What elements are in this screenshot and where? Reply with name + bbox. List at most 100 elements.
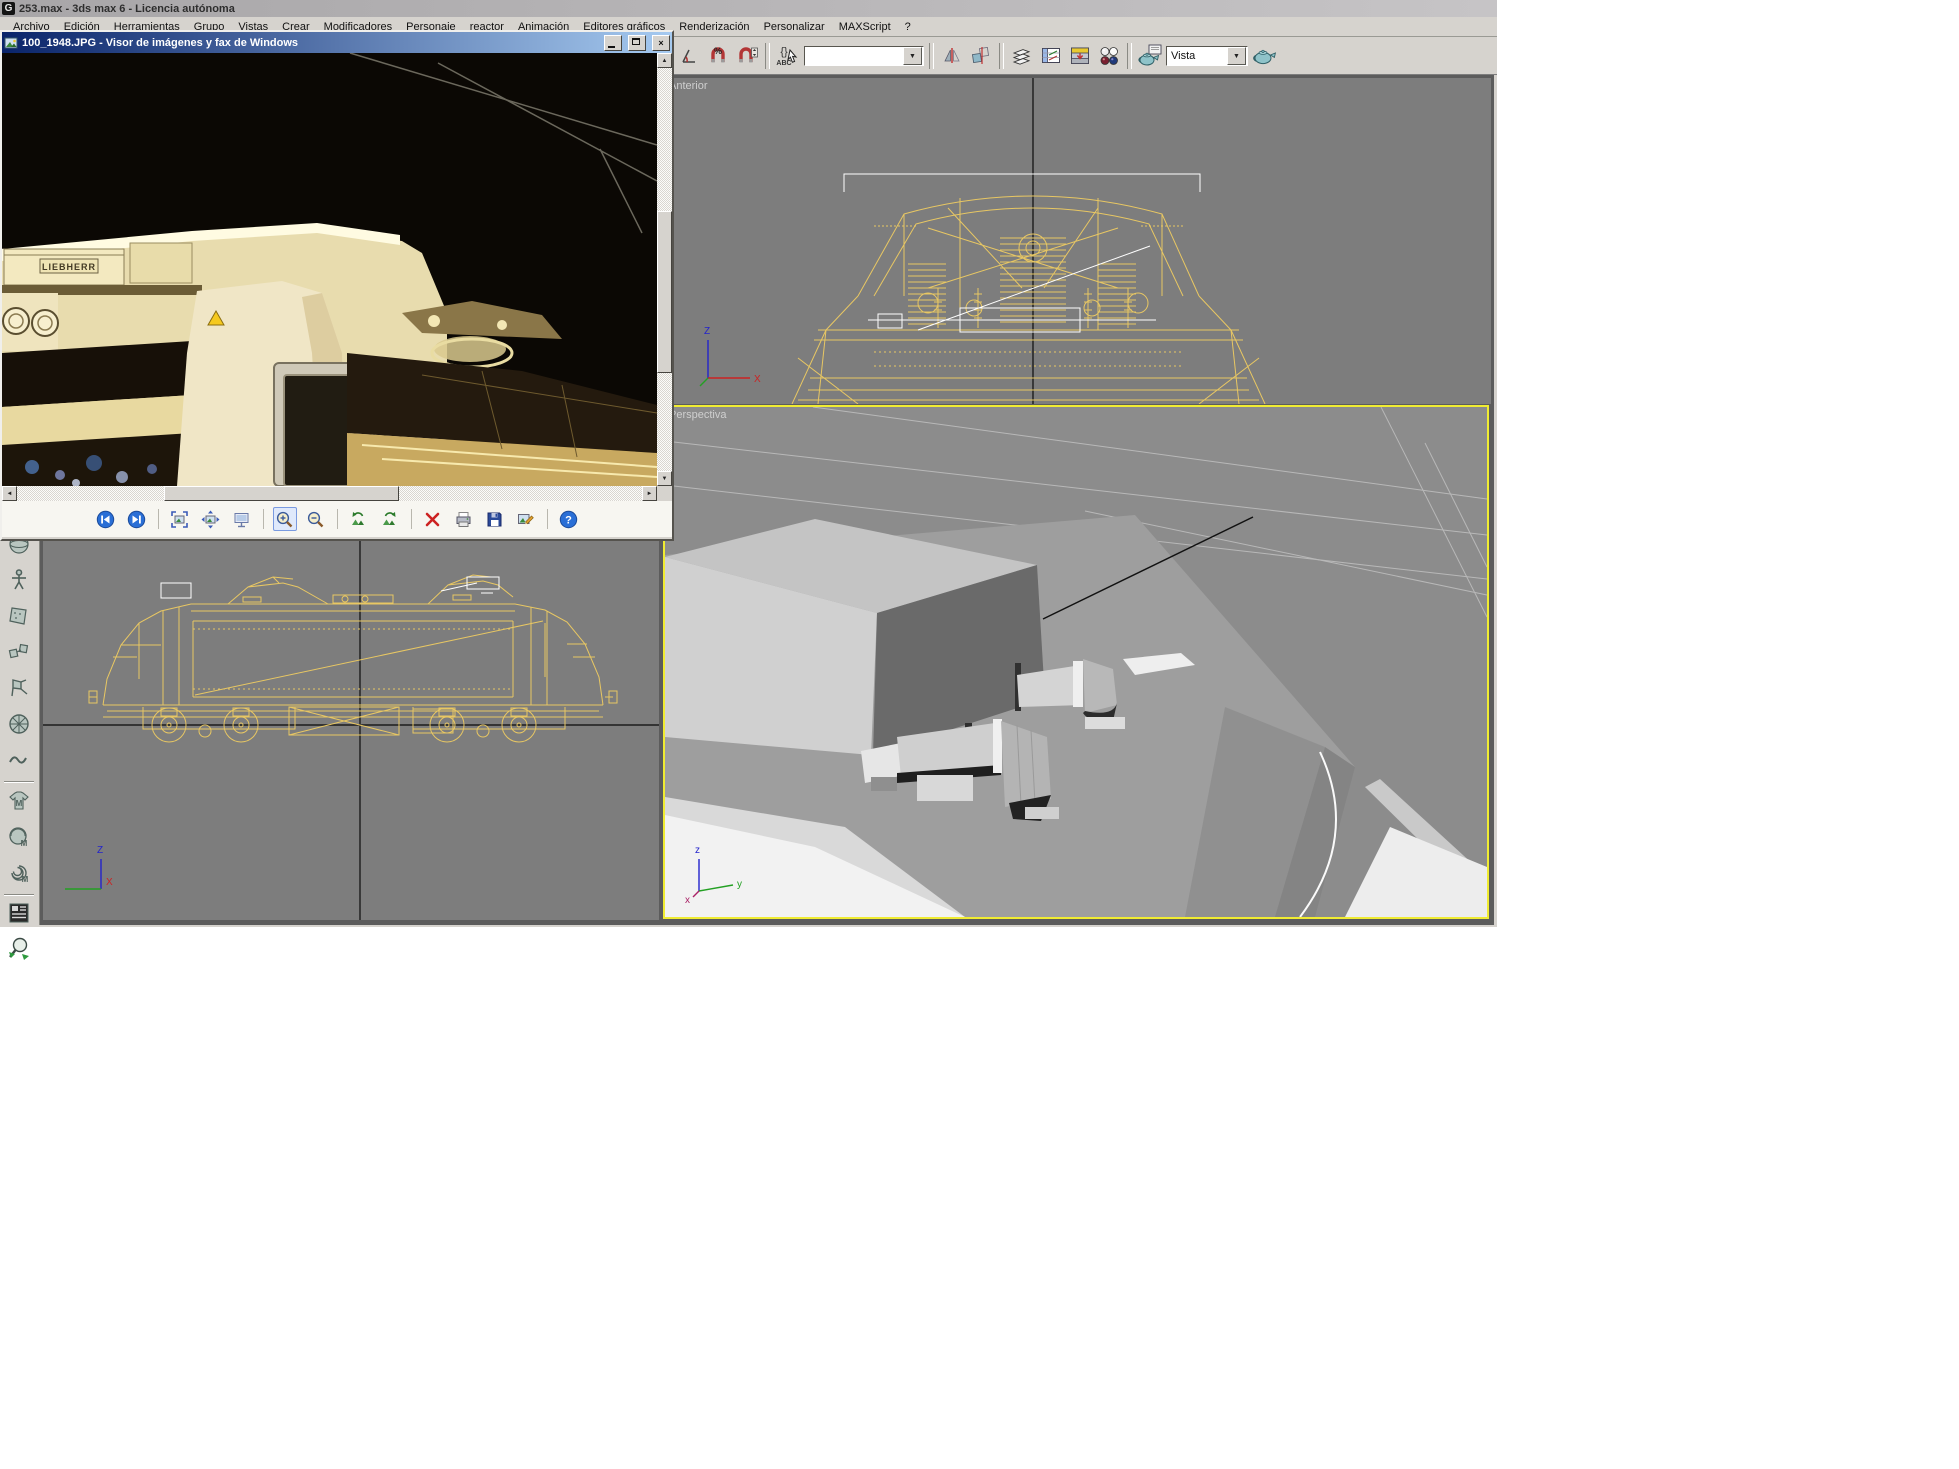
svg-text:Z: Z — [704, 326, 710, 337]
reactor-ragdoll-icon[interactable] — [5, 674, 33, 702]
chevron-down-icon[interactable]: ▼ — [903, 47, 922, 65]
reactor-cloth-collection-icon[interactable] — [5, 602, 33, 630]
reactor-humanoid-icon[interactable] — [5, 566, 33, 594]
max-app-icon: G — [2, 2, 15, 15]
toolbar-separator — [4, 781, 34, 783]
schematic-view-icon[interactable] — [1067, 43, 1093, 69]
print-icon[interactable] — [452, 507, 476, 531]
curve-editor-icon[interactable] — [1038, 43, 1064, 69]
reactor-apply-rope-modifier-icon[interactable]: M — [5, 859, 33, 887]
quick-render-icon[interactable] — [1251, 43, 1277, 69]
scroll-down-icon[interactable]: ▼ — [657, 471, 672, 486]
toolbar-separator — [999, 43, 1004, 69]
align-icon[interactable] — [968, 43, 994, 69]
viewer-window: 100_1948.JPG - Visor de imágenes y fax d… — [0, 30, 674, 541]
viewport-perspective[interactable]: Perspectiva — [663, 405, 1489, 919]
zoom-in-icon[interactable] — [273, 507, 297, 531]
viewer-toolbar: ? — [2, 501, 672, 537]
slideshow-icon[interactable] — [230, 507, 254, 531]
liebherr-logo: LIEBHERR — [42, 262, 96, 272]
best-fit-icon[interactable] — [168, 507, 192, 531]
horizontal-scroll-thumb[interactable] — [164, 486, 399, 501]
reactor-rope-icon[interactable] — [5, 746, 33, 774]
layer-manager-icon[interactable] — [1009, 43, 1035, 69]
max-window-title: 253.max - 3ds max 6 - Licencia autónoma — [19, 3, 235, 15]
scroll-right-icon[interactable]: ► — [642, 486, 657, 501]
vertical-scroll-thumb[interactable] — [657, 211, 672, 373]
svg-text:M: M — [16, 799, 23, 808]
rotate-clockwise-icon[interactable] — [378, 507, 402, 531]
viewer-titlebar[interactable]: 100_1948.JPG - Visor de imágenes y fax d… — [2, 32, 672, 53]
edit-icon[interactable] — [514, 507, 538, 531]
rotate-counterclockwise-icon[interactable] — [347, 507, 371, 531]
svg-text:ABC: ABC — [776, 60, 791, 67]
render-type-value: Vista — [1167, 50, 1227, 62]
svg-text:X: X — [106, 877, 113, 888]
scroll-up-icon[interactable]: ▲ — [657, 53, 672, 68]
minimize-button[interactable] — [604, 35, 622, 51]
svg-text:x: x — [685, 895, 690, 906]
toolbar-separator — [1127, 43, 1132, 69]
spinner-snap-icon[interactable] — [734, 43, 760, 69]
chevron-down-icon[interactable]: ▼ — [1227, 47, 1246, 65]
menu-renderizacion[interactable]: Renderización — [672, 19, 756, 35]
toolbar-separator — [4, 894, 34, 896]
delete-icon[interactable] — [421, 507, 445, 531]
menu-maxscript[interactable]: MAXScript — [832, 19, 898, 35]
reactor-open-property-editor-icon[interactable] — [5, 899, 33, 927]
toolbar-separator — [765, 43, 770, 69]
svg-text:M: M — [21, 839, 28, 848]
max-titlebar[interactable]: G 253.max - 3ds max 6 - Licencia autónom… — [0, 0, 1497, 17]
reactor-constraint-solver-icon[interactable] — [5, 638, 33, 666]
close-button[interactable]: × — [652, 35, 670, 51]
svg-text:z: z — [695, 845, 700, 856]
percent-snap-icon[interactable]: % — [705, 43, 731, 69]
left-axis-tripod: Z X — [65, 845, 113, 889]
help-icon[interactable]: ? — [557, 507, 581, 531]
toolbar-separator — [263, 509, 264, 529]
menu-personalizar[interactable]: Personalizar — [757, 19, 832, 35]
front-wireframe: Z X — [665, 78, 1491, 404]
svg-text:M: M — [22, 875, 29, 884]
render-type-combo[interactable]: Vista ▼ — [1166, 46, 1248, 66]
next-image-icon[interactable] — [125, 507, 149, 531]
vertical-scrollbar[interactable]: ▲ ▼ — [657, 53, 672, 486]
reactor-wheel-icon[interactable] — [5, 710, 33, 738]
previous-image-icon[interactable] — [94, 507, 118, 531]
named-selection-combo[interactable]: ▼ — [804, 46, 924, 66]
material-editor-icon[interactable] — [1096, 43, 1122, 69]
svg-text:{}: {} — [780, 46, 788, 58]
desktop: { "max_window": { "title": "253.max - 3d… — [0, 0, 1959, 1469]
save-icon[interactable] — [483, 507, 507, 531]
toolbar-separator — [929, 43, 934, 69]
front-axis-tripod: Z X — [700, 326, 761, 386]
svg-text:y: y — [737, 879, 742, 890]
reactor-apply-softbody-modifier-icon[interactable]: M — [5, 823, 33, 851]
svg-text:%: % — [714, 46, 722, 56]
toolbar-separator — [547, 509, 548, 529]
toolbar-separator — [337, 509, 338, 529]
menu-ayuda[interactable]: ? — [898, 19, 918, 35]
scroll-left-icon[interactable]: ◄ — [2, 486, 17, 501]
render-scene-dialog-icon[interactable] — [1137, 43, 1163, 69]
reactor-preview-animation-icon[interactable] — [5, 935, 33, 963]
zoom-out-icon[interactable] — [304, 507, 328, 531]
toolbar-separator — [158, 509, 159, 529]
reactor-apply-cloth-modifier-icon[interactable]: M — [5, 787, 33, 815]
horizontal-scrollbar[interactable]: ◄ ► — [2, 486, 657, 501]
perspective-scene: z y x — [665, 407, 1487, 917]
viewport-front[interactable]: Anterior — [665, 78, 1491, 404]
viewer-app-icon — [4, 36, 18, 50]
svg-text:?: ? — [565, 514, 572, 526]
svg-text:Z: Z — [97, 845, 103, 856]
viewport-front-label[interactable]: Anterior — [669, 80, 708, 92]
viewport-perspective-label[interactable]: Perspectiva — [669, 409, 726, 421]
actual-size-icon[interactable] — [199, 507, 223, 531]
viewer-window-title: 100_1948.JPG - Visor de imágenes y fax d… — [22, 37, 598, 49]
named-selection-sets-icon[interactable]: {} ABC — [775, 43, 801, 69]
svg-text:X: X — [754, 374, 761, 385]
locomotive-photo: LIEBHERR — [2, 53, 657, 486]
mirror-icon[interactable] — [939, 43, 965, 69]
maximize-button[interactable] — [628, 35, 646, 51]
angle-snap-icon[interactable] — [676, 43, 702, 69]
